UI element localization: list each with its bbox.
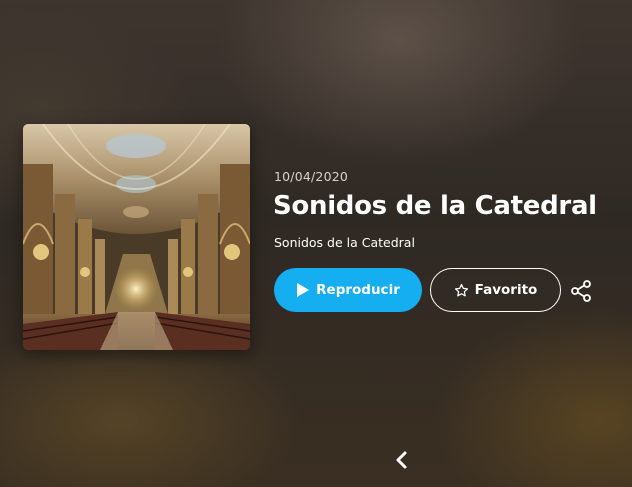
- share-icon[interactable]: [569, 279, 593, 303]
- release-date: 10/04/2020: [274, 169, 349, 184]
- chevron-left-icon[interactable]: [392, 450, 412, 470]
- play-button[interactable]: Reproducir: [274, 268, 422, 312]
- cover-art: [23, 124, 250, 350]
- play-icon: [296, 282, 310, 298]
- play-button-label: Reproducir: [316, 282, 400, 298]
- cathedral-interior-image: [23, 124, 250, 350]
- favorite-button-label: Favorito: [474, 282, 538, 298]
- page-title: Sonidos de la Catedral: [273, 191, 597, 221]
- star-outline-icon: [454, 283, 469, 298]
- favorite-button[interactable]: Favorito: [430, 268, 561, 312]
- player-screen: 10/04/2020 Sonidos de la Catedral Sonido…: [0, 0, 632, 487]
- artist-name: Sonidos de la Catedral: [274, 235, 415, 250]
